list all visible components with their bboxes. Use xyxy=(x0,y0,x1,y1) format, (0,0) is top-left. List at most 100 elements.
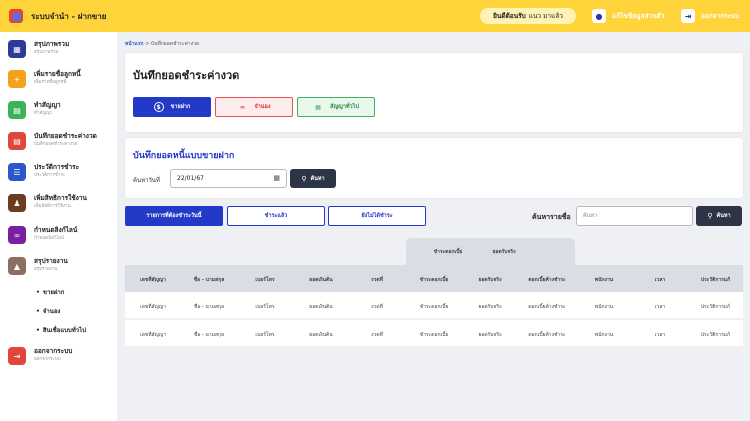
sidebar-item-sub: สรุปภาพรวม xyxy=(34,50,59,55)
sidebar-subitem-general-loan[interactable]: สินเชื่อแบบทั่วไป xyxy=(36,325,86,335)
section-title: บันทึกยอดหนี้แบบขายฝาก xyxy=(133,151,235,161)
date-input[interactable]: 22/01/67 ▦ xyxy=(170,169,287,188)
dollar-icon: $ xyxy=(153,102,164,112)
page-header-card xyxy=(125,53,743,132)
group-header-received: ยอดรับจริง xyxy=(492,249,516,255)
table-cell: ชื่อ - นามสกุล xyxy=(193,304,225,310)
date-search-button[interactable]: ⚲ ค้นหา xyxy=(290,169,336,188)
users-icon: ♟ xyxy=(8,194,26,212)
table-cell: เวลา xyxy=(654,332,666,338)
column-header: ยอดรับจริง xyxy=(478,277,502,283)
welcome-badge: ยินดีต้อนรับ แนว มาแล้ว xyxy=(480,8,576,24)
sidebar-item-add-debtor[interactable]: + เพิ่มรายชื่อลูกหนี้ เพิ่มรายชื่อลูกหนี้ xyxy=(8,70,81,88)
name-search-input[interactable]: ค้นหา xyxy=(576,206,693,226)
table-cell: พนักงาน xyxy=(594,304,614,310)
table-cell: ยอดเงินต้น xyxy=(309,332,333,338)
sidebar-item-label: กำหนดลิงก์ไลน์ xyxy=(34,226,78,234)
table-cell: ชำระดอกเบี้ย xyxy=(419,304,449,310)
logout-button[interactable]: ⇥ ออกจากระบบ xyxy=(681,7,739,25)
sidebar-item-label: สรุปภาพรวม xyxy=(34,40,70,48)
edit-profile-button[interactable]: ● แก้ไขข้อมูลส่วนตัว xyxy=(592,7,664,25)
breadcrumb: หน้าแรก > บันทึกยอดชำระค่างวด xyxy=(125,40,199,48)
table-cell: ยอดรับจริง xyxy=(478,304,502,310)
table-cell: งวดที่ xyxy=(371,304,383,310)
contract-icon: ▤ xyxy=(8,101,26,119)
dashboard-icon: ▦ xyxy=(8,40,26,58)
name-search-button[interactable]: ⚲ ค้นหา xyxy=(696,206,742,226)
link-icon: ∞ xyxy=(239,103,245,111)
table-cell: เวลา xyxy=(654,304,666,310)
column-header: งวดที่ xyxy=(371,277,383,283)
sidebar-item-line-link[interactable]: ∞ กำหนดลิงก์ไลน์ กำหนดลิงก์ไลน์ xyxy=(8,226,77,244)
page-title: บันทึกยอดชำระค่างวด xyxy=(133,69,240,82)
sidebar-item-label: เพิ่มสิทธิการใช้งาน xyxy=(34,194,87,202)
top-bar: ระบบจำนำ - ฝากขาย ยินดีต้อนรับ แนว มาแล้… xyxy=(0,0,750,32)
sidebar-item-logout[interactable]: ⇥ ออกจากระบบ ออกจากระบบ xyxy=(8,347,72,365)
sidebar-item-dashboard[interactable]: ▦ สรุปภาพรวม สรุปภาพรวม xyxy=(8,40,69,58)
search-icon: ⚲ xyxy=(301,174,307,183)
sidebar-item-label: สรุปรายงาน xyxy=(34,257,68,265)
app-logo-icon xyxy=(9,9,23,23)
name-search-button-label: ค้นหา xyxy=(716,213,731,219)
sidebar-item-sub: ประวัติการชำระ xyxy=(34,173,66,178)
table-cell: พนักงาน xyxy=(594,332,614,338)
document-icon: ▤ xyxy=(315,103,321,111)
mode-general-label: สัญญาทั่วไป xyxy=(330,104,359,110)
sidebar-item-contract[interactable]: ▤ ทำสัญญา ทำสัญญา xyxy=(8,101,61,119)
sidebar-item-sub: บันทึกยอดชำระค่างวด xyxy=(34,142,78,147)
sidebar-item-history[interactable]: ☰ ประวัติการชำระ ประวัติการชำระ xyxy=(8,163,79,181)
search-icon: ⚲ xyxy=(707,212,713,220)
mode-mortgage-label: จำนอง xyxy=(254,104,271,110)
sidebar-item-label: เพิ่มรายชื่อลูกหนี้ xyxy=(34,70,81,78)
column-header: ชำระดอกเบี้ย xyxy=(419,277,449,283)
sidebar-subitem-sale[interactable]: ขายฝาก xyxy=(36,287,65,297)
sidebar-item-payment[interactable]: ▤ บันทึกยอดชำระค่างวด บันทึกยอดชำระค่างวด xyxy=(8,132,97,150)
calendar-icon[interactable]: ▦ xyxy=(273,174,280,182)
table-cell: เบอร์โทร xyxy=(255,304,275,310)
payment-icon: ▤ xyxy=(8,132,26,150)
sidebar-item-label: ออกจากระบบ xyxy=(34,347,73,355)
sidebar-item-label: บันทึกยอดชำระค่างวด xyxy=(34,132,97,140)
date-search-card xyxy=(125,138,743,198)
logout-icon: ⇥ xyxy=(681,9,695,23)
report-icon: ▲ xyxy=(8,257,26,275)
mode-general-button[interactable]: ▤ สัญญาทั่วไป xyxy=(297,97,375,117)
name-search-label: ค้นหารายชื่อ xyxy=(532,213,571,221)
app-title: ระบบจำนำ - ฝากขาย xyxy=(31,11,107,21)
table-cell: ดอกเบี้ยค้างชำระ xyxy=(528,304,566,310)
mode-mortgage-button[interactable]: ∞ จำนอง xyxy=(215,97,293,117)
add-debtor-icon: + xyxy=(8,70,26,88)
date-value: 22/01/67 xyxy=(177,175,204,182)
sidebar-item-sub: เพิ่มสิทธิการใช้งาน xyxy=(34,204,71,209)
sidebar-item-sub: ออกจากระบบ xyxy=(34,357,61,362)
table-cell: ชำระดอกเบี้ย xyxy=(419,332,449,338)
table-cell: ประวัติการแก้ xyxy=(700,332,731,338)
tab-paid[interactable]: ชำระแล้ว xyxy=(227,206,325,226)
sidebar-item-sub: เพิ่มรายชื่อลูกหนี้ xyxy=(34,80,67,85)
tab-due-today[interactable]: รายการที่ต้องชำระวันนี้ xyxy=(125,206,223,226)
date-label: ค้นหาวันที่ xyxy=(133,177,160,184)
sidebar-item-report[interactable]: ▲ สรุปรายงาน สรุปรายงาน xyxy=(8,257,68,275)
link-icon: ∞ xyxy=(8,226,26,244)
welcome-text: ยินดีต้อนรับ xyxy=(493,12,526,20)
sidebar-subitem-mortgage[interactable]: จำนอง xyxy=(36,306,61,316)
sidebar-item-label: ประวัติการชำระ xyxy=(34,163,80,171)
column-header: ประวัติการแก้ xyxy=(700,277,731,283)
logout-label: ออกจากระบบ xyxy=(701,12,740,20)
table-cell: ดอกเบี้ยค้างชำระ xyxy=(528,332,566,338)
table-cell: งวดที่ xyxy=(371,332,383,338)
column-header: ชื่อ - นามสกุล xyxy=(193,277,225,283)
breadcrumb-home-link[interactable]: หน้าแรก xyxy=(125,41,143,47)
sidebar-item-sub: ทำสัญญา xyxy=(34,111,53,116)
history-icon: ☰ xyxy=(8,163,26,181)
mode-sale-button[interactable]: $ ขายฝาก xyxy=(133,97,211,117)
date-search-label: ค้นหา xyxy=(310,175,325,182)
column-header: ยอดเงินต้น xyxy=(309,277,333,283)
sidebar-item-permissions[interactable]: ♟ เพิ่มสิทธิการใช้งาน เพิ่มสิทธิการใช้งาน xyxy=(8,194,87,212)
mode-sale-label: ขายฝาก xyxy=(170,104,191,110)
logout-icon: ⇥ xyxy=(8,347,26,365)
tab-unpaid[interactable]: ยังไม่ได้ชำระ xyxy=(328,206,426,226)
table-cell: เลขที่สัญญา xyxy=(140,332,166,338)
user-icon: ● xyxy=(592,9,606,23)
column-header: พนักงาน xyxy=(594,277,614,283)
